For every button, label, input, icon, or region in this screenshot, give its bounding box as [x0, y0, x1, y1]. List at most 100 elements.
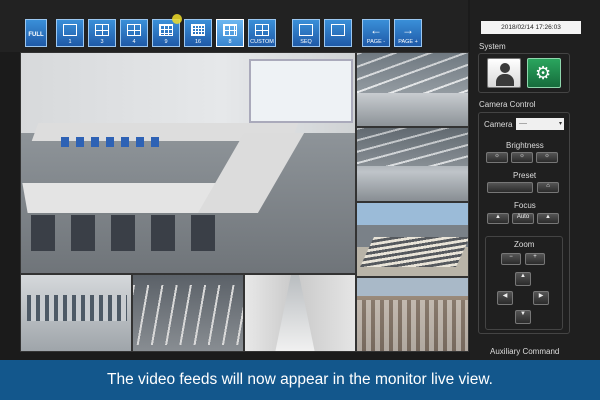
brightness-down-button[interactable]: ☼ [486, 152, 508, 163]
preset-label: Preset [513, 171, 537, 180]
mouse-cursor-highlight [172, 14, 182, 24]
video-caption: The video feeds will now appear in the m… [0, 360, 600, 400]
monitor-live-view [20, 52, 469, 352]
camera-control-title: Camera Control [479, 100, 536, 109]
system-panel: ⚙ [478, 53, 570, 93]
layout-toolbar: FULL 1 3 4 9 16 8 CUSTOM SEQ ← PAGE - → … [0, 0, 468, 52]
focus-near-button[interactable]: ▲ [487, 213, 509, 224]
layout-8-button[interactable]: 8 [216, 19, 244, 47]
user-body-icon [496, 74, 514, 86]
layout-9-label: 9 [164, 39, 168, 45]
arrow-right-icon: ▶ [538, 293, 544, 299]
arrow-down-icon: ▼ [520, 311, 526, 317]
layout-16-icon [191, 24, 205, 36]
feed-ceiling-lights [357, 128, 468, 166]
zoom-in-icon: + [533, 254, 537, 260]
camera-feed-3[interactable] [356, 127, 469, 202]
brightness-reset-button[interactable]: ☼ [511, 152, 533, 163]
page-next-button[interactable]: → PAGE + [394, 19, 422, 47]
camera-label: Camera [484, 120, 513, 129]
feed-rooftops [357, 300, 468, 351]
layout-custom-icon [255, 24, 269, 36]
layout-16-button[interactable]: 16 [184, 19, 212, 47]
house-icon: ⌂ [546, 183, 550, 189]
brightness-label: Brightness [506, 141, 544, 150]
layout-1-icon [63, 24, 77, 36]
sun-bright-icon: ☼ [544, 153, 550, 159]
user-button[interactable] [487, 58, 521, 88]
camera-feed-5[interactable] [20, 274, 132, 352]
feed-parking-lines [133, 285, 243, 345]
layout-16-label: 16 [194, 39, 202, 45]
feed-stadium-seats [360, 237, 468, 267]
full-screen-button[interactable]: FULL [25, 19, 47, 47]
arrow-right-icon: → [402, 23, 414, 37]
page-prev-label: PAGE - [366, 39, 386, 45]
app-window: FULL 1 3 4 9 16 8 CUSTOM SEQ ← PAGE - → … [0, 0, 600, 400]
layout-3-label: 3 [100, 39, 104, 45]
camera-feed-6[interactable] [132, 274, 244, 352]
focus-far-button[interactable]: ▲ [537, 213, 559, 224]
layout-8-label: 8 [228, 39, 232, 45]
zoom-out-icon: − [509, 254, 513, 260]
layout-4-button[interactable]: 4 [120, 19, 148, 47]
layout-9-icon [159, 24, 173, 36]
full-screen-label: FULL [28, 32, 44, 38]
layout-8-icon [223, 24, 237, 36]
layout-3-icon [95, 24, 109, 36]
focus-label: Focus [514, 201, 536, 210]
feed-corridor [275, 275, 315, 351]
camera-select[interactable]: ---- ▾ [516, 118, 564, 130]
arrow-left-icon: ← [370, 23, 382, 37]
camera-feed-4[interactable] [356, 202, 469, 277]
sun-icon: ☼ [519, 153, 525, 159]
camera-select-value: ---- [519, 121, 527, 127]
preset-go-button[interactable]: ⌂ [537, 182, 559, 193]
camera-feed-8[interactable] [356, 277, 469, 352]
auxiliary-command-title: Auxiliary Command [490, 347, 560, 356]
sequence-label: SEQ [300, 39, 312, 45]
layout-3-button[interactable]: 3 [88, 19, 116, 47]
stack-icon [331, 24, 345, 36]
zoom-out-button[interactable]: − [501, 253, 521, 265]
feed-office-desks [27, 295, 127, 321]
datetime-display: 2018/02/14 17:26:03 [481, 21, 581, 34]
gears-icon: ⚙ [535, 63, 552, 83]
camera-feed-7[interactable] [244, 274, 356, 352]
arrow-left-icon: ◀ [502, 293, 508, 299]
pan-right-button[interactable]: ▶ [533, 291, 549, 305]
layout-4-icon [127, 24, 141, 36]
arrow-up-icon: ▲ [520, 273, 526, 279]
sequence-button[interactable]: SEQ [292, 19, 320, 47]
feed-ceiling-lights [357, 53, 468, 93]
system-title: System [479, 42, 506, 51]
focus-auto-button[interactable]: Auto [512, 213, 534, 224]
zoom-label: Zoom [514, 240, 535, 249]
feed-chairs-back [61, 137, 161, 147]
pan-down-button[interactable]: ▼ [515, 310, 531, 324]
layout-custom-button[interactable]: CUSTOM [248, 19, 276, 47]
feed-chairs-front [31, 215, 221, 251]
page-next-label: PAGE + [398, 39, 418, 45]
brightness-up-button[interactable]: ☼ [536, 152, 558, 163]
settings-button[interactable]: ⚙ [527, 58, 561, 88]
camera-feed-2[interactable] [356, 52, 469, 127]
chevron-down-icon: ▾ [558, 121, 562, 127]
camera-feed-main[interactable] [20, 52, 356, 274]
focus-far-icon: ▲ [545, 214, 551, 220]
layout-1-button[interactable]: 1 [56, 19, 84, 47]
sequence-icon [299, 24, 313, 36]
sequence-stack-button[interactable] [324, 19, 352, 47]
page-prev-button[interactable]: ← PAGE - [362, 19, 390, 47]
pan-up-button[interactable]: ▲ [515, 272, 531, 286]
sun-dim-icon: ☼ [494, 153, 500, 159]
user-icon [500, 63, 510, 73]
focus-auto-label: Auto [516, 214, 530, 220]
pan-left-button[interactable]: ◀ [497, 291, 513, 305]
layout-custom-label: CUSTOM [250, 39, 274, 45]
feed-window [249, 59, 353, 123]
layout-1-label: 1 [68, 39, 72, 45]
preset-select[interactable] [487, 182, 533, 193]
layout-4-label: 4 [132, 39, 136, 45]
zoom-in-button[interactable]: + [525, 253, 545, 265]
